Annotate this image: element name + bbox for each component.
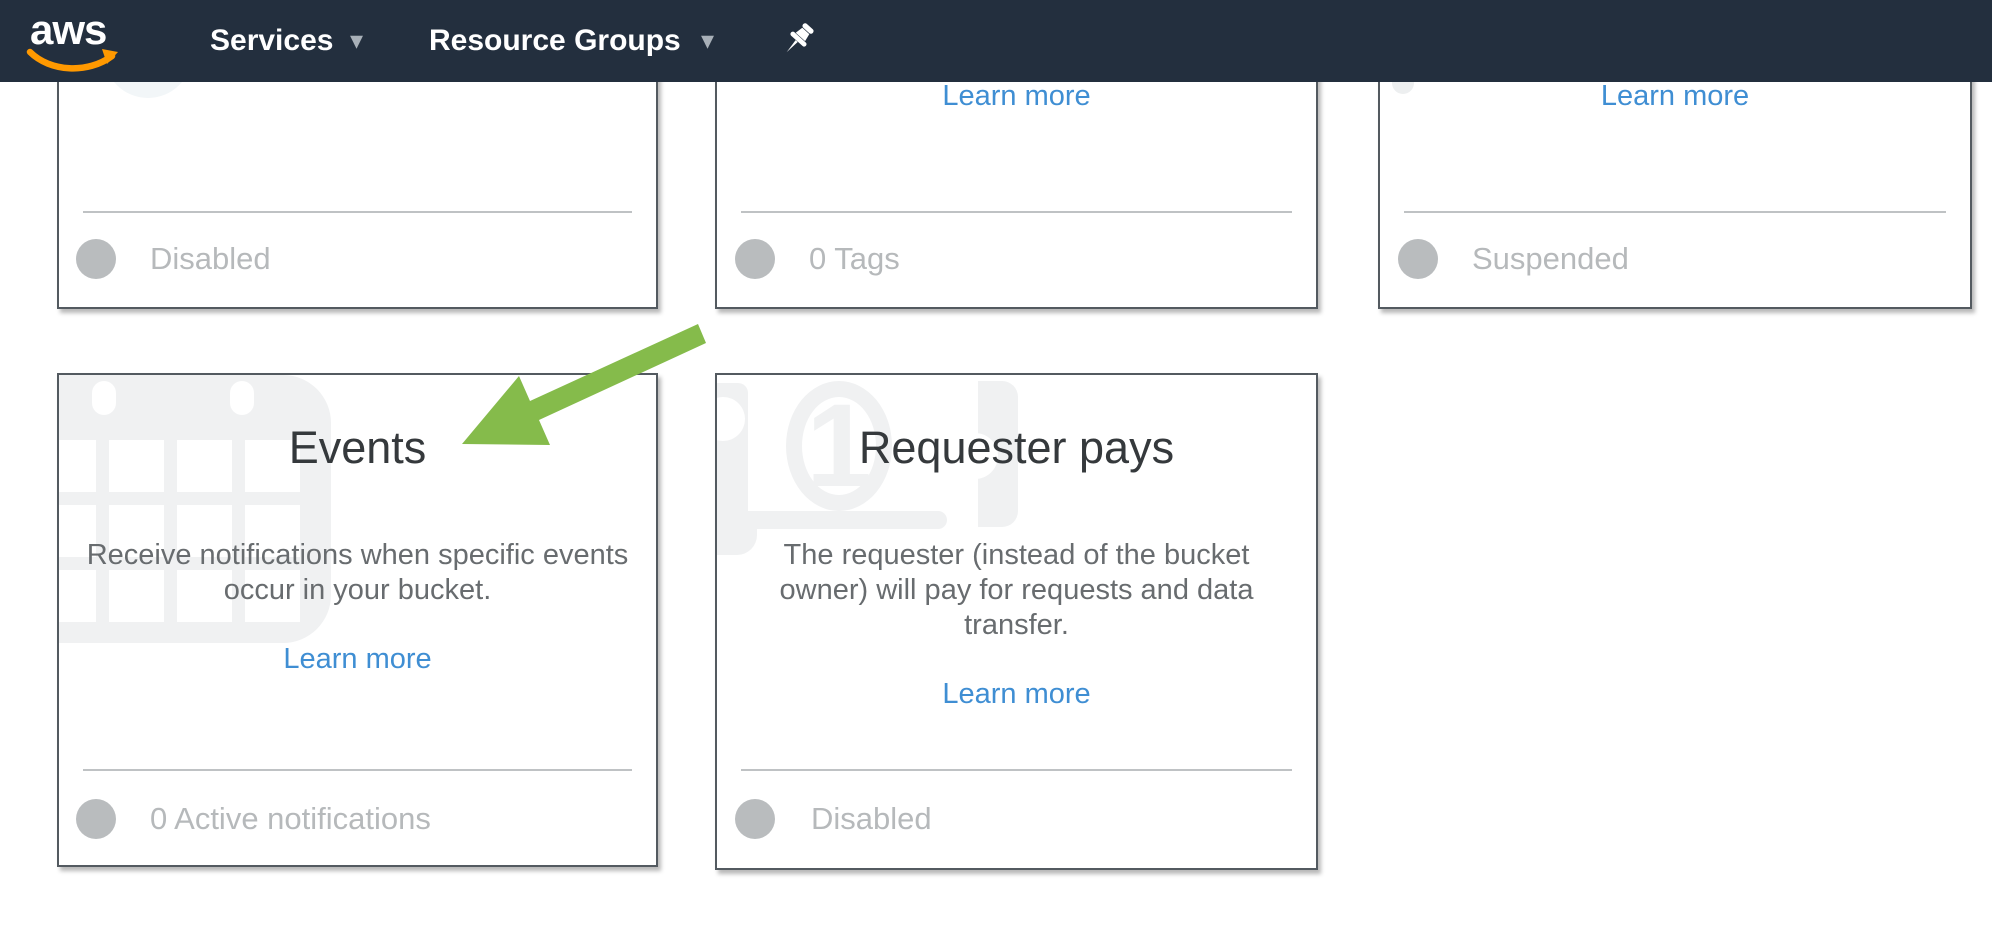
aws-smile-icon bbox=[26, 48, 122, 76]
learn-more-link[interactable]: Learn more bbox=[717, 78, 1316, 114]
top-nav: aws Services ▾ Resource Groups ▾ bbox=[0, 0, 1992, 82]
chevron-down-icon[interactable]: ▾ bbox=[350, 0, 363, 82]
card-requester-pays[interactable]: 1 Requester pays The requester (instead … bbox=[715, 373, 1318, 870]
status-circle-icon bbox=[735, 239, 775, 279]
nav-resource-groups[interactable]: Resource Groups bbox=[429, 0, 681, 82]
learn-more-link[interactable]: Learn more bbox=[717, 676, 1316, 712]
card-description-line: occur in your bucket. bbox=[59, 573, 656, 608]
card-description-line: Receive notifications when specific even… bbox=[59, 538, 656, 573]
status-circle-icon bbox=[735, 799, 775, 839]
card-divider bbox=[741, 211, 1292, 213]
status-circle-icon bbox=[1398, 239, 1438, 279]
card-divider bbox=[741, 769, 1292, 771]
learn-more-link[interactable]: Learn more bbox=[1380, 78, 1970, 114]
status-text: 0 Tags bbox=[809, 239, 900, 279]
status-text: Suspended bbox=[1472, 239, 1629, 279]
learn-more-link[interactable]: Learn more bbox=[59, 641, 656, 677]
status-circle-icon bbox=[76, 799, 116, 839]
chevron-down-icon[interactable]: ▾ bbox=[701, 0, 714, 82]
status-text: Disabled bbox=[811, 799, 932, 839]
card-divider bbox=[1404, 211, 1946, 213]
nav-services[interactable]: Services bbox=[210, 0, 333, 82]
aws-logo[interactable]: aws bbox=[30, 8, 130, 74]
status-circle-icon bbox=[76, 239, 116, 279]
card-description-line: The requester (instead of the bucket bbox=[717, 538, 1316, 573]
status-text: 0 Active notifications bbox=[150, 799, 431, 839]
pin-icon[interactable] bbox=[778, 20, 820, 64]
card-description-line: owner) will pay for requests and data bbox=[717, 573, 1316, 608]
aws-logo-text: aws bbox=[30, 8, 106, 52]
card-divider bbox=[83, 211, 632, 213]
card-description-line: transfer. bbox=[717, 608, 1316, 643]
status-text: Disabled bbox=[150, 239, 271, 279]
card-events[interactable]: Events Receive notifications when specif… bbox=[57, 373, 658, 867]
card-divider bbox=[83, 769, 632, 771]
card-title: Requester pays bbox=[717, 423, 1316, 473]
card-title: Events bbox=[59, 423, 656, 473]
